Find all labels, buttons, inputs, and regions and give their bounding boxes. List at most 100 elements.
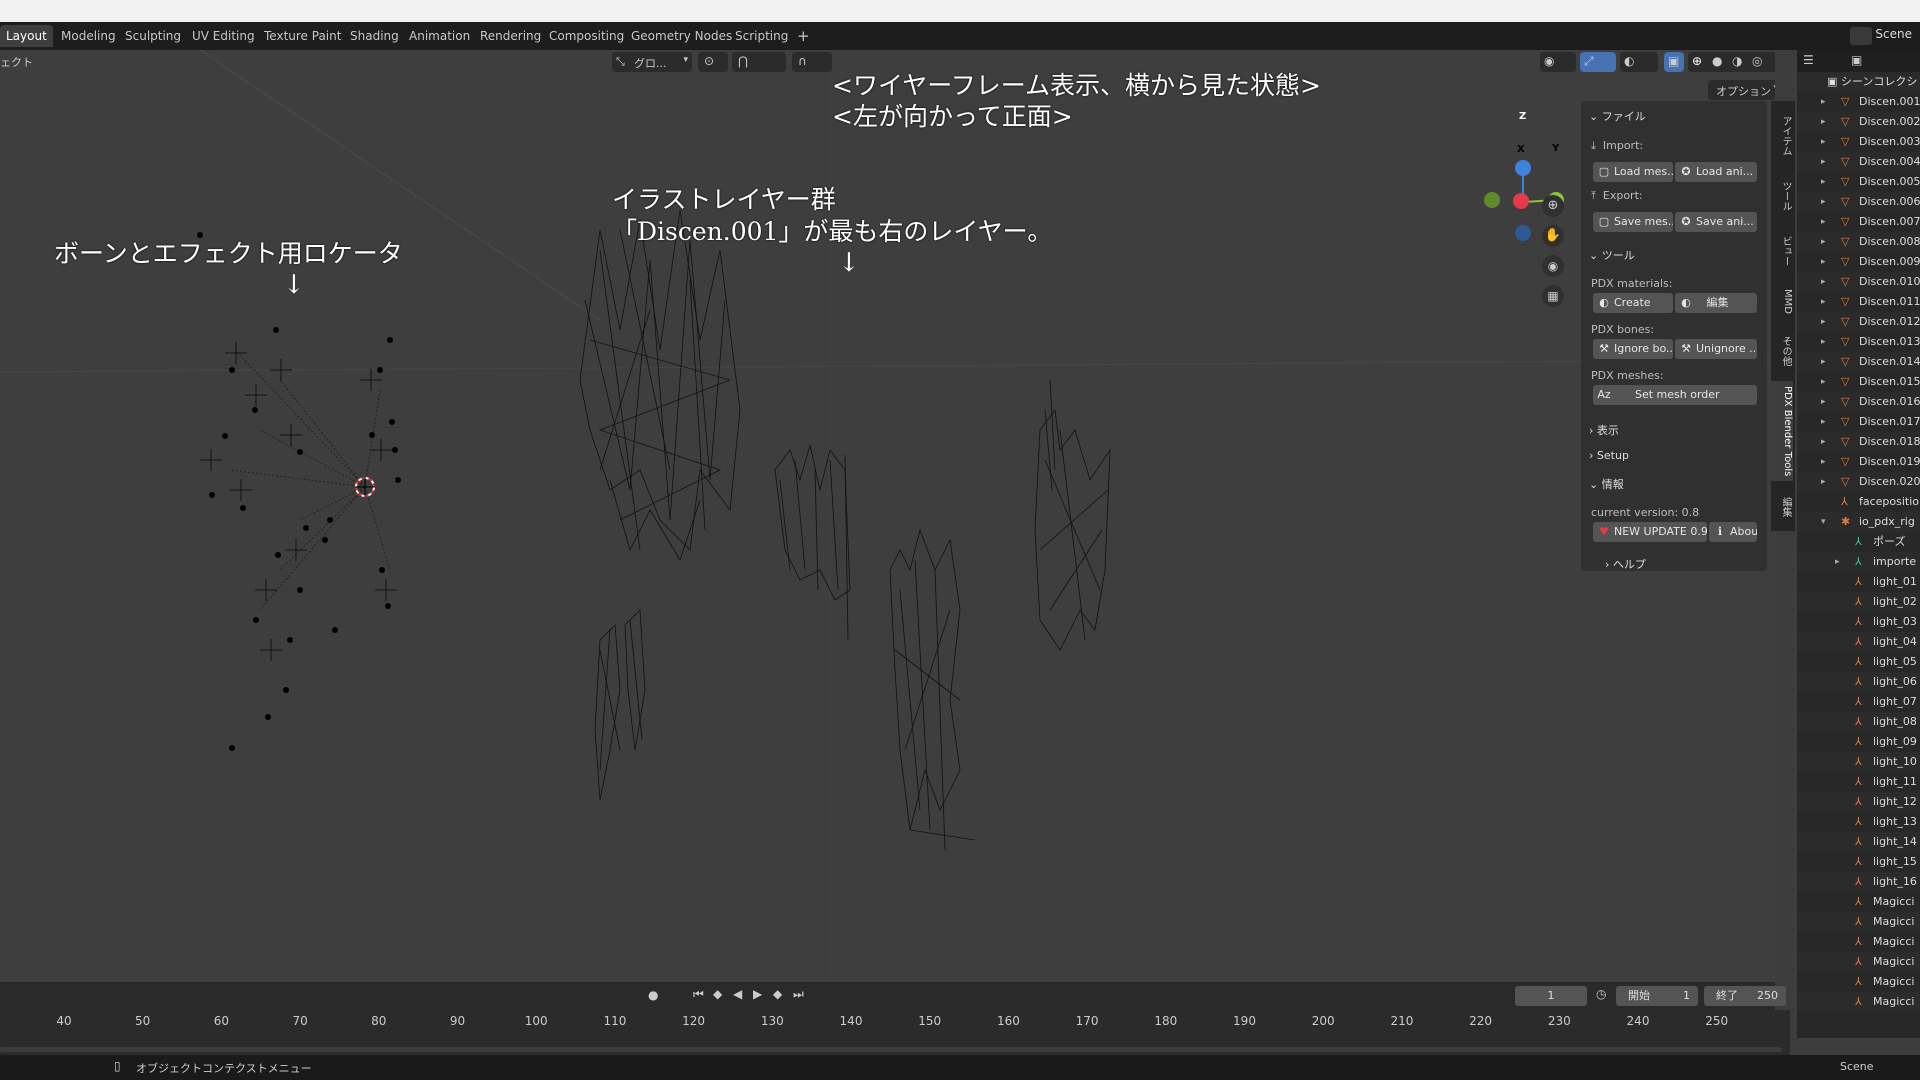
expand-arrow-icon[interactable]: ▸ bbox=[1821, 372, 1826, 392]
outliner-item[interactable]: ⅄ light_15 bbox=[1797, 852, 1920, 872]
tab-mmd[interactable]: MMD bbox=[1771, 281, 1793, 321]
set-mesh-order-button[interactable]: Az Set mesh order bbox=[1593, 385, 1757, 405]
unignore-bones-button[interactable]: ⚒ Unignore ... bbox=[1675, 339, 1757, 359]
outliner-item[interactable]: ▸ ▽ Discen.019 bbox=[1797, 452, 1920, 472]
tab-layout[interactable]: Layout bbox=[0, 25, 53, 47]
file-section-header[interactable]: ⌄ ファイル bbox=[1589, 108, 1646, 124]
tab-tool[interactable]: ツール bbox=[1771, 171, 1793, 221]
outliner-item[interactable]: ▸ ▽ Discen.004 bbox=[1797, 152, 1920, 172]
expand-arrow-icon[interactable]: ▸ bbox=[1821, 152, 1826, 172]
expand-arrow-icon[interactable]: ▸ bbox=[1821, 432, 1826, 452]
tab-sculpting[interactable]: Sculpting bbox=[119, 25, 187, 47]
tab-texture-paint[interactable]: Texture Paint bbox=[258, 25, 347, 47]
outliner-item[interactable]: ⅄ light_11 bbox=[1797, 772, 1920, 792]
tab-animation[interactable]: Animation bbox=[403, 25, 476, 47]
outliner-item[interactable]: ⅄ light_16 bbox=[1797, 872, 1920, 892]
tab-edit[interactable]: 編集 bbox=[1771, 489, 1793, 525]
gizmo-x-label[interactable]: X bbox=[1517, 144, 1525, 155]
gizmo-z-label[interactable]: Z bbox=[1519, 111, 1526, 122]
pan-hand-icon[interactable]: ✋ bbox=[1542, 225, 1564, 247]
outliner-item[interactable]: ▸ ▽ Discen.002 bbox=[1797, 112, 1920, 132]
snap-toggle[interactable]: ⋂ bbox=[732, 52, 786, 72]
load-animation-button[interactable]: ✪ Load ani... bbox=[1675, 162, 1757, 182]
expand-arrow-icon[interactable]: ▸ bbox=[1821, 312, 1826, 332]
timeline-scrollbar[interactable] bbox=[0, 1047, 1782, 1052]
outliner-item[interactable]: ⅄ light_10 bbox=[1797, 752, 1920, 772]
play-reverse-icon[interactable]: ◀ bbox=[733, 987, 742, 1001]
jump-end-icon[interactable]: ⏭ bbox=[793, 987, 804, 1002]
outliner-item[interactable]: ▸ ▽ Discen.017 bbox=[1797, 412, 1920, 432]
outliner-item[interactable]: ▸ ▽ Discen.012 bbox=[1797, 312, 1920, 332]
3d-viewport[interactable]: Z Y X ⊕ ✋ ◉ ▦ ェクト ⤡ グロ... ▾ ⊙ ⋂ ∩ ◉ ⤢ ◐ … bbox=[0, 50, 1775, 982]
tab-item[interactable]: アイテム bbox=[1771, 111, 1793, 161]
outliner-item[interactable]: ⅄ light_13 bbox=[1797, 812, 1920, 832]
outliner-item[interactable]: ⅄ Magicci bbox=[1797, 992, 1920, 1012]
outliner-item[interactable]: ▸ ▽ Discen.014 bbox=[1797, 352, 1920, 372]
solid-shading-icon[interactable]: ● bbox=[1712, 54, 1722, 68]
tab-scripting[interactable]: Scripting bbox=[729, 25, 794, 47]
expand-arrow-icon[interactable]: ▸ bbox=[1821, 92, 1826, 112]
expand-arrow-icon[interactable]: ▸ bbox=[1821, 212, 1826, 232]
transform-orientation-dropdown[interactable]: ⤡ グロ... ▾ bbox=[612, 52, 692, 72]
outliner-item[interactable]: ▸ ▽ Discen.003 bbox=[1797, 132, 1920, 152]
outliner-item[interactable]: ⅄ light_05 bbox=[1797, 652, 1920, 672]
pivot-point-dropdown[interactable]: ⊙ bbox=[698, 52, 728, 72]
save-mesh-button[interactable]: ▢ Save mes... bbox=[1593, 212, 1673, 232]
outliner-item[interactable]: ⅄ light_08 bbox=[1797, 712, 1920, 732]
prev-keyframe-icon[interactable]: ◆ bbox=[713, 987, 722, 1001]
outliner-item[interactable]: ▸ ▽ Discen.011 bbox=[1797, 292, 1920, 312]
scene-name[interactable]: Scene bbox=[1875, 27, 1912, 41]
expand-arrow-icon[interactable]: ▸ bbox=[1821, 452, 1826, 472]
new-update-button[interactable]: ♥ NEW UPDATE 0.9 bbox=[1593, 522, 1707, 542]
proportional-edit-toggle[interactable]: ∩ bbox=[792, 52, 832, 72]
outliner-item[interactable]: ▸ ▽ Discen.020 bbox=[1797, 472, 1920, 492]
outliner-item[interactable]: ▸ ▽ Discen.010 bbox=[1797, 272, 1920, 292]
setup-section-header[interactable]: › Setup bbox=[1589, 449, 1629, 462]
outliner-item[interactable]: ▸ ▽ Discen.015 bbox=[1797, 372, 1920, 392]
tab-compositing[interactable]: Compositing bbox=[543, 25, 630, 47]
xray-toggle[interactable]: ▣ bbox=[1664, 52, 1684, 72]
scene-selector-icon[interactable] bbox=[1850, 27, 1872, 45]
wireframe-shading-icon[interactable]: ⊕ bbox=[1692, 54, 1702, 68]
current-frame-field[interactable]: 1 bbox=[1515, 986, 1587, 1006]
tools-section-header[interactable]: ⌄ ツール bbox=[1589, 247, 1635, 263]
clock-icon[interactable]: ◷ bbox=[1596, 987, 1606, 1001]
outliner-item[interactable]: ⅄ light_04 bbox=[1797, 632, 1920, 652]
create-material-button[interactable]: ◐ Create bbox=[1593, 293, 1673, 313]
outliner-item[interactable]: ⅄ light_14 bbox=[1797, 832, 1920, 852]
load-mesh-button[interactable]: ▢ Load mes... bbox=[1593, 162, 1673, 182]
expand-arrow-icon[interactable]: ▸ bbox=[1821, 112, 1826, 132]
play-icon[interactable]: ▶ bbox=[753, 987, 762, 1001]
info-section-header[interactable]: ⌄ 情報 bbox=[1589, 476, 1624, 492]
help-section-header[interactable]: › ヘルプ bbox=[1605, 556, 1646, 572]
expand-arrow-icon[interactable]: ▸ bbox=[1821, 412, 1826, 432]
camera-icon[interactable]: ◉ bbox=[1542, 255, 1564, 277]
outliner-item[interactable]: ⅄ light_07 bbox=[1797, 692, 1920, 712]
edit-material-button[interactable]: ◐ 編集 bbox=[1675, 293, 1757, 313]
gizmo-y-label[interactable]: Y bbox=[1552, 143, 1559, 154]
expand-arrow-icon[interactable]: ▸ bbox=[1821, 132, 1826, 152]
tab-modeling[interactable]: Modeling bbox=[55, 25, 122, 47]
expand-arrow-icon[interactable]: ▸ bbox=[1821, 272, 1826, 292]
options-dropdown[interactable]: オプション ▾ bbox=[1708, 80, 1775, 100]
object-mode-label[interactable]: ェクト bbox=[0, 54, 33, 70]
tab-shading[interactable]: Shading bbox=[344, 25, 405, 47]
outliner-item[interactable]: ▸ ▽ Discen.007 bbox=[1797, 212, 1920, 232]
tab-geometry-nodes[interactable]: Geometry Nodes bbox=[625, 25, 738, 47]
tab-uv-editing[interactable]: UV Editing bbox=[186, 25, 261, 47]
outliner-item[interactable]: ⅄ Magicci bbox=[1797, 912, 1920, 932]
editor-type-icon[interactable]: ☰ bbox=[1803, 53, 1814, 67]
save-animation-button[interactable]: ✪ Save ani... bbox=[1675, 212, 1757, 232]
outliner-item[interactable]: ⅄ ポーズ bbox=[1797, 532, 1920, 552]
tab-rendering[interactable]: Rendering bbox=[474, 25, 547, 47]
tab-view[interactable]: ビュー bbox=[1771, 226, 1793, 276]
outliner-item[interactable]: ▸ ▽ Discen.016 bbox=[1797, 392, 1920, 412]
tab-other[interactable]: その他 bbox=[1771, 326, 1793, 376]
about-button[interactable]: ℹAbout bbox=[1709, 522, 1757, 542]
expand-arrow-icon[interactable]: ▸ bbox=[1821, 392, 1826, 412]
expand-arrow-icon[interactable]: ▸ bbox=[1821, 232, 1826, 252]
shading-mode-buttons[interactable]: ⊕ ● ◑ ◎ bbox=[1688, 52, 1775, 72]
overlays-toggle[interactable]: ◐ bbox=[1620, 52, 1658, 72]
zoom-icon[interactable]: ⊕ bbox=[1542, 195, 1564, 217]
outliner-item[interactable]: ⅄ light_02 bbox=[1797, 592, 1920, 612]
